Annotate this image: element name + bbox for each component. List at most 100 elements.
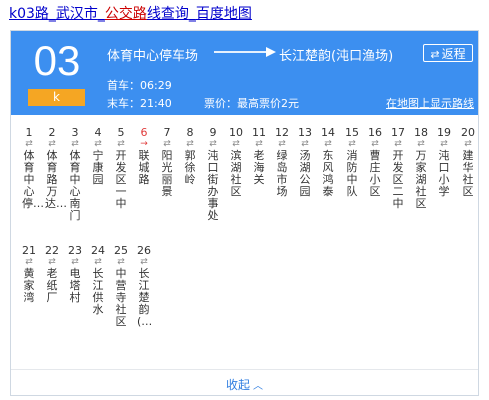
stop-name: 东风鸿泰 (322, 149, 334, 198)
bus-stop[interactable]: 22 ⇄ 老纸厂 (41, 245, 63, 304)
title-route[interactable]: k03路 (9, 6, 49, 22)
bus-stop[interactable]: 21 ⇄ 黄家湾 (18, 245, 40, 304)
stop-name: 开发区一中 (115, 149, 127, 210)
stop-name: 郭徐岭 (184, 149, 196, 186)
route-number: 03 (33, 37, 81, 84)
stop-name: 联城路 (138, 149, 150, 186)
bus-stop[interactable]: 15 ⇄ 消防中队 (341, 127, 363, 198)
title-sep: _ (48, 6, 56, 22)
stop-name: 老海关 (253, 149, 265, 186)
stop-name: 老纸厂 (46, 267, 58, 304)
stop-number: 11 (252, 126, 266, 139)
first-bus-time: 首车：06:29 (107, 79, 172, 92)
stop-name: 沌口小学 (438, 149, 450, 198)
stop-name: 开发区二中 (392, 149, 404, 210)
stop-number: 26 (137, 244, 151, 257)
bus-stop[interactable]: 16 ⇄ 曹庄小区 (364, 127, 386, 198)
stop-name: 建华社区 (462, 149, 474, 198)
stop-number: 24 (91, 244, 105, 257)
fare-info: 票价：最高票价2元 (204, 97, 299, 110)
stop-number: 2 (48, 126, 56, 139)
bus-stop[interactable]: 1 ⇄ 体育中心停… (18, 126, 44, 210)
stop-name: 电塔村 (69, 267, 81, 304)
stop-number: 6 (140, 126, 148, 139)
stop-number: 16 (368, 126, 382, 139)
stop-number: 1 (25, 126, 33, 139)
stop-name: 曹庄小区 (369, 149, 381, 198)
swap-icon: ⇄ (430, 48, 440, 61)
show-on-map-link[interactable]: 在地图上显示路线 (386, 95, 474, 111)
stop-number: 15 (345, 126, 359, 139)
bus-stop[interactable]: 26 ⇄ 长江楚韵(… (133, 245, 155, 328)
bus-stop[interactable]: 25 ⇄ 中营寺社区 (110, 245, 132, 328)
collapse-button[interactable]: 收起 ︿ (11, 376, 478, 393)
bus-stop[interactable]: 20 ⇄ 建华社区 (457, 127, 479, 198)
bus-stop[interactable]: 19 ⇄ 沌口小学 (433, 127, 455, 198)
bus-stop[interactable]: 9 ⇄ 沌口街办事处 (202, 127, 224, 222)
stop-number: 12 (275, 126, 289, 139)
stop-number: 13 (298, 126, 312, 139)
stop-number: 17 (391, 126, 405, 139)
page-title[interactable]: k03路_武汉市_公交路线查询_百度地图 (9, 6, 252, 22)
stop-number: 3 (71, 126, 79, 139)
stop-name: 体育中心南门 (69, 149, 81, 222)
bus-stop[interactable]: 6 → 联城路 (133, 127, 155, 186)
bus-stop[interactable]: 24 ⇄ 长江供水 (87, 245, 109, 316)
bus-stop[interactable]: 10 ⇄ 滨湖社区 (225, 127, 247, 198)
stop-number: 19 (437, 126, 451, 139)
bus-stop[interactable]: 23 ⇄ 电塔村 (64, 245, 86, 304)
stop-name: 体育中心停… (22, 149, 44, 210)
stop-name: 沌口街办事处 (207, 149, 219, 222)
bus-stop[interactable]: 11 ⇄ 老海关 (248, 127, 270, 186)
title-sep: _ (188, 6, 196, 22)
bus-stop[interactable]: 8 ⇄ 郭徐岭 (179, 127, 201, 186)
direction-to: 长江楚韵(沌口渔场) (279, 49, 394, 64)
title-keyword[interactable]: 公交路 (105, 6, 147, 22)
bus-stop[interactable]: 5 ⇄ 开发区一中 (110, 127, 132, 210)
stop-number: 22 (45, 244, 59, 257)
title-rest[interactable]: 线查询 (147, 6, 189, 22)
stop-number: 20 (461, 126, 475, 139)
stop-name: 消防中队 (346, 149, 358, 198)
bus-stop[interactable]: 2 ⇄ 体育路万达… (41, 126, 67, 210)
bus-stop[interactable]: 3 ⇄ 体育中心南门 (64, 127, 86, 222)
bus-stop[interactable]: 13 ⇄ 汤湖公园 (294, 127, 316, 198)
stop-name: 长江楚韵(… (137, 267, 153, 328)
stop-number: 25 (114, 244, 128, 257)
last-bus-time: 末车：21:40 (107, 97, 172, 110)
stop-name: 体育路万达… (45, 149, 67, 210)
stop-name: 绿岛市场 (276, 149, 288, 198)
stop-number: 10 (229, 126, 243, 139)
stop-number: 5 (117, 126, 125, 139)
stop-number: 23 (68, 244, 82, 257)
bus-stop[interactable]: 18 ⇄ 万家湖社区 (410, 127, 432, 210)
arrow-right-icon (214, 47, 276, 57)
stop-number: 8 (186, 126, 194, 139)
bus-stop[interactable]: 17 ⇄ 开发区二中 (387, 127, 409, 210)
stop-number: 21 (22, 244, 36, 257)
route-badge: k (28, 89, 85, 106)
title-city[interactable]: 武汉市 (56, 6, 98, 22)
return-button[interactable]: ⇄ 返程 (423, 44, 473, 62)
stop-number: 18 (414, 126, 428, 139)
route-card: 03 k 体育中心停车场 长江楚韵(沌口渔场) ⇄ 返程 首车：06:29 末车：… (10, 30, 479, 396)
stop-name: 宁康园 (92, 149, 104, 186)
direction-from: 体育中心停车场 (107, 49, 199, 64)
stop-number: 9 (209, 126, 217, 139)
bus-stop[interactable]: 4 ⇄ 宁康园 (87, 127, 109, 186)
title-sep: _ (97, 6, 105, 22)
stop-name: 阳光丽景 (161, 149, 173, 198)
bus-stop[interactable]: 14 ⇄ 东风鸿泰 (317, 127, 339, 198)
divider (11, 369, 478, 370)
stop-number: 7 (163, 126, 171, 139)
stop-number: 4 (94, 126, 102, 139)
stop-name: 万家湖社区 (415, 149, 427, 210)
collapse-label: 收起 (225, 378, 250, 392)
stop-name: 中营寺社区 (115, 267, 127, 328)
route-header: 03 k 体育中心停车场 长江楚韵(沌口渔场) ⇄ 返程 首车：06:29 末车：… (11, 31, 478, 115)
stop-name: 滨湖社区 (230, 149, 242, 198)
title-map[interactable]: 百度地图 (196, 6, 252, 22)
chevron-up-icon: ︿ (253, 381, 263, 392)
bus-stop[interactable]: 7 ⇄ 阳光丽景 (156, 127, 178, 198)
bus-stop[interactable]: 12 ⇄ 绿岛市场 (271, 127, 293, 198)
